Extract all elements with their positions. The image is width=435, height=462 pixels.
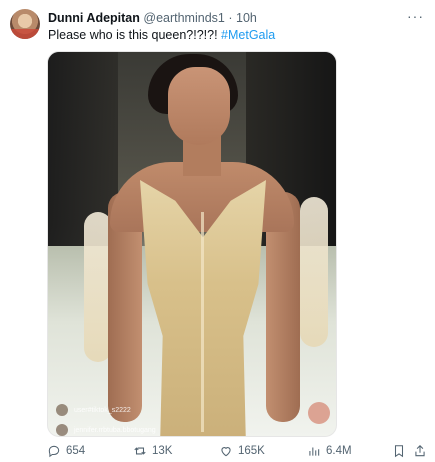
more-icon[interactable]: ···	[407, 8, 424, 24]
timestamp[interactable]: 10h	[236, 11, 257, 25]
tweet-text: Please who is this queen?!?!?! #MetGala	[48, 27, 275, 43]
gown-detail	[201, 212, 204, 432]
share-button[interactable]	[413, 444, 427, 458]
views-chart-icon	[309, 447, 320, 456]
overlay-comment: user#tiktok_s2222	[56, 404, 131, 416]
reply-button[interactable]: 654	[47, 444, 85, 458]
tweet-body: Please who is this queen?!?!?!	[48, 28, 218, 42]
author-handle[interactable]: @earthminds1	[143, 11, 224, 25]
retweet-icon	[134, 447, 146, 455]
like-count: 165K	[238, 445, 265, 457]
author-name[interactable]: Dunni Adepitan	[48, 11, 140, 25]
tweet-actions: 654 13K 165K 6.4M	[0, 444, 435, 460]
retweet-button[interactable]: 13K	[133, 444, 172, 458]
bookmark-button[interactable]	[392, 444, 406, 458]
reply-count: 654	[66, 445, 86, 457]
share-icon	[415, 445, 425, 457]
comment-avatar	[56, 404, 68, 416]
hashtag-link[interactable]: #MetGala	[221, 28, 275, 42]
avatar[interactable]	[10, 9, 40, 39]
overlay-comment-text: jennifer.rrbtuba.bbotugang	[73, 426, 156, 434]
overlay-comment: jennifer.rrbtuba.bbotugang	[56, 424, 156, 436]
view-count: 6.4M	[326, 445, 352, 457]
reply-icon	[48, 445, 60, 458]
tweet-photo[interactable]: user#tiktok_s2222 jennifer.rrbtuba.bbotu…	[47, 51, 337, 437]
comment-avatar	[56, 424, 68, 436]
dress-wing-right	[300, 197, 328, 347]
face	[168, 67, 230, 145]
separator: ·	[228, 11, 233, 25]
like-button[interactable]: 165K	[219, 444, 265, 458]
heart-icon	[221, 447, 231, 457]
tweet-header: Dunni Adepitan @earthminds1 · 10h	[48, 10, 257, 26]
bookmark-icon	[394, 445, 404, 458]
overlay-comment-text: user#tiktok_s2222	[73, 406, 131, 414]
overlay-sticker	[308, 402, 330, 424]
tweet-card[interactable]: Dunni Adepitan @earthminds1 · 10h ··· Pl…	[0, 0, 435, 462]
retweet-count: 13K	[152, 445, 173, 457]
views-button[interactable]: 6.4M	[307, 444, 352, 458]
